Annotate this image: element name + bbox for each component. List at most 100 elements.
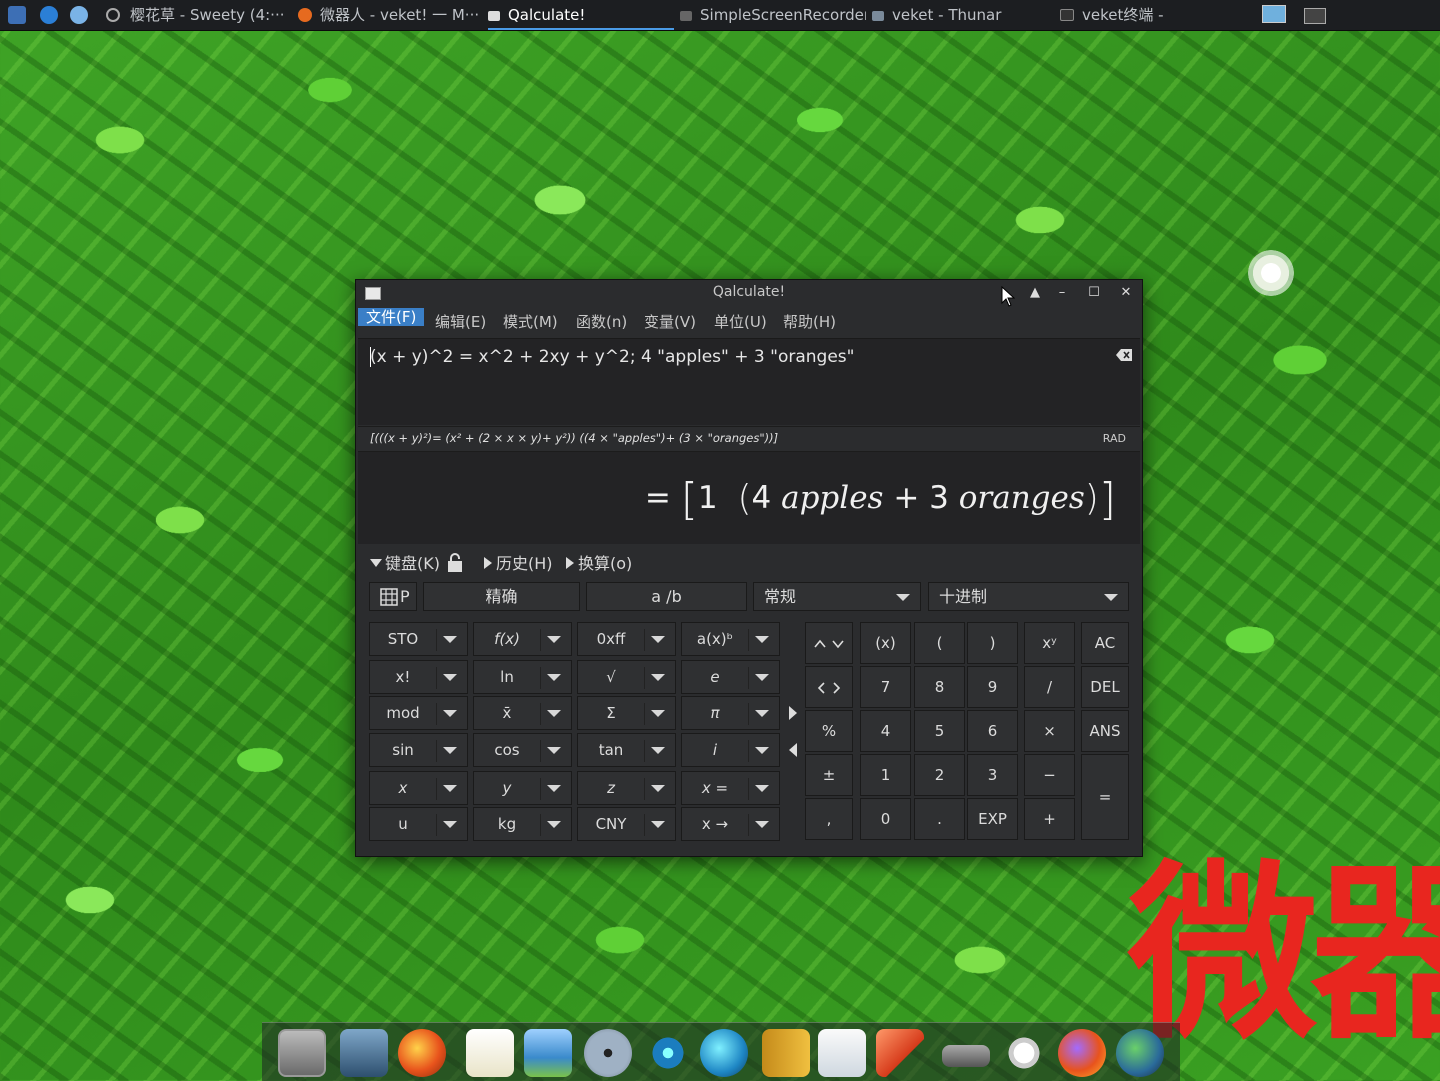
dropdown-arrow-icon[interactable] bbox=[547, 674, 561, 681]
menu-functions[interactable]: 函数(n) bbox=[568, 308, 635, 336]
menu-units[interactable]: 单位(U) bbox=[706, 308, 775, 336]
dropdown-arrow-icon[interactable] bbox=[547, 747, 561, 754]
dropdown-arrow-icon[interactable] bbox=[651, 636, 665, 643]
key-paren-x[interactable]: (x) bbox=[860, 622, 911, 664]
func-key[interactable]: u bbox=[369, 807, 468, 841]
task-sweety[interactable]: 樱花草 - Sweety (4:··· bbox=[130, 0, 290, 30]
dropdown-arrow-icon[interactable] bbox=[443, 821, 457, 828]
key-3[interactable]: 3 bbox=[967, 754, 1018, 796]
media-player-dock-icon[interactable] bbox=[700, 1029, 748, 1077]
menu-edit[interactable]: 编辑(E) bbox=[427, 308, 494, 336]
func-key[interactable]: e bbox=[681, 660, 780, 694]
dropdown-arrow-icon[interactable] bbox=[443, 710, 457, 717]
dropdown-arrow-icon[interactable] bbox=[755, 785, 769, 792]
menu-mode[interactable]: 模式(M) bbox=[495, 308, 566, 336]
key-decimal-point[interactable]: . bbox=[914, 798, 965, 840]
key-open-paren[interactable]: ( bbox=[914, 622, 965, 664]
key-2[interactable]: 2 bbox=[914, 754, 965, 796]
key-comma[interactable]: , bbox=[805, 798, 853, 840]
func-key[interactable]: mod bbox=[369, 696, 468, 730]
firefox-dock-icon[interactable] bbox=[398, 1029, 446, 1077]
dropdown-arrow-icon[interactable] bbox=[547, 821, 561, 828]
key-percent[interactable]: % bbox=[805, 710, 853, 752]
key-0[interactable]: 0 bbox=[860, 798, 911, 840]
firefox-alt-dock-icon[interactable] bbox=[1058, 1029, 1106, 1077]
expression-input[interactable]: (x + y)^2 = x^2 + 2xy + y^2; 4 "apples" … bbox=[358, 338, 1140, 425]
func-key[interactable]: x bbox=[369, 771, 468, 805]
history-up-down-button[interactable] bbox=[805, 622, 853, 664]
func-key[interactable]: x = bbox=[681, 771, 780, 805]
menu-variables[interactable]: 变量(V) bbox=[636, 308, 704, 336]
dropdown-arrow-icon[interactable] bbox=[651, 821, 665, 828]
exact-button[interactable]: 精确 bbox=[423, 582, 580, 611]
func-key[interactable]: x̄ bbox=[473, 696, 572, 730]
globe-dock-icon[interactable] bbox=[1116, 1029, 1164, 1077]
func-key[interactable]: STO bbox=[369, 622, 468, 656]
dropdown-arrow-icon[interactable] bbox=[651, 674, 665, 681]
dropdown-arrow-icon[interactable] bbox=[651, 785, 665, 792]
func-key[interactable]: π bbox=[681, 696, 780, 730]
func-key[interactable]: √ bbox=[577, 660, 676, 694]
key-plus-minus[interactable]: ± bbox=[805, 754, 853, 796]
dropdown-arrow-icon[interactable] bbox=[755, 636, 769, 643]
lock-icon[interactable] bbox=[447, 552, 463, 572]
brightness-dock-icon[interactable] bbox=[1000, 1029, 1048, 1077]
media-disc-dock-icon[interactable] bbox=[584, 1029, 632, 1077]
key-power[interactable]: xʸ bbox=[1024, 622, 1075, 664]
func-key[interactable]: x! bbox=[369, 660, 468, 694]
func-key[interactable]: kg bbox=[473, 807, 572, 841]
key-6[interactable]: 6 bbox=[967, 710, 1018, 752]
dropdown-arrow-icon[interactable] bbox=[755, 710, 769, 717]
func-key[interactable]: tan bbox=[577, 733, 676, 767]
func-key[interactable]: ln bbox=[473, 660, 572, 694]
desktop-preview-icon[interactable] bbox=[1262, 5, 1286, 23]
dropdown-arrow-icon[interactable] bbox=[443, 785, 457, 792]
func-key[interactable]: x → bbox=[681, 807, 780, 841]
key-9[interactable]: 9 bbox=[967, 666, 1018, 708]
expand-left-icon[interactable] bbox=[788, 742, 798, 758]
func-key[interactable]: Σ bbox=[577, 696, 676, 730]
history-toggle[interactable]: 历史(H) bbox=[484, 550, 553, 574]
minimize-button[interactable]: – bbox=[1051, 283, 1073, 303]
terminal-dock-icon[interactable] bbox=[278, 1029, 326, 1077]
keypad-mode-button[interactable]: P bbox=[369, 582, 417, 611]
key-all-clear[interactable]: AC bbox=[1081, 622, 1129, 664]
func-key[interactable]: 0xff bbox=[577, 622, 676, 656]
screen-capture-icon[interactable] bbox=[8, 6, 26, 24]
key-minus[interactable]: − bbox=[1024, 754, 1075, 796]
key-multiply[interactable]: × bbox=[1024, 710, 1075, 752]
task-qalculate[interactable]: Qalculate! bbox=[488, 0, 674, 30]
dropdown-arrow-icon[interactable] bbox=[651, 710, 665, 717]
notebook-dock-icon[interactable] bbox=[762, 1029, 810, 1077]
key-delete[interactable]: DEL bbox=[1081, 666, 1129, 708]
func-key[interactable]: y bbox=[473, 771, 572, 805]
dropdown-arrow-icon[interactable] bbox=[651, 747, 665, 754]
maximize-button[interactable]: ☐ bbox=[1083, 283, 1105, 303]
keep-above-icon[interactable]: ▲ bbox=[1024, 283, 1046, 303]
func-key[interactable]: sin bbox=[369, 733, 468, 767]
expand-right-icon[interactable] bbox=[788, 705, 798, 721]
key-5[interactable]: 5 bbox=[914, 710, 965, 752]
menu-file[interactable]: 文件(F) bbox=[358, 308, 425, 326]
display-mode-select[interactable]: 常规 bbox=[753, 582, 921, 611]
dropdown-arrow-icon[interactable] bbox=[443, 636, 457, 643]
func-key[interactable]: a(x)ᵇ bbox=[681, 622, 780, 656]
network-icon[interactable] bbox=[70, 6, 88, 24]
rocket-dock-icon[interactable] bbox=[876, 1029, 924, 1077]
key-equals[interactable]: = bbox=[1081, 754, 1129, 840]
atom-dock-icon[interactable] bbox=[644, 1029, 692, 1077]
key-4[interactable]: 4 bbox=[860, 710, 911, 752]
dropdown-arrow-icon[interactable] bbox=[443, 747, 457, 754]
drive-dock-icon[interactable] bbox=[942, 1045, 990, 1067]
angle-mode-indicator[interactable]: RAD bbox=[1103, 432, 1126, 445]
task-terminal[interactable]: veket终端 - bbox=[1060, 0, 1230, 30]
key-8[interactable]: 8 bbox=[914, 666, 965, 708]
dropdown-arrow-icon[interactable] bbox=[755, 747, 769, 754]
key-7[interactable]: 7 bbox=[860, 666, 911, 708]
task-screen-recorder[interactable]: SimpleScreenRecorder bbox=[680, 0, 866, 30]
key-exp[interactable]: EXP bbox=[967, 798, 1018, 840]
func-key[interactable]: cos bbox=[473, 733, 572, 767]
image-viewer-dock-icon[interactable] bbox=[524, 1029, 572, 1077]
close-button[interactable]: ✕ bbox=[1115, 283, 1137, 303]
func-key[interactable]: i bbox=[681, 733, 780, 767]
